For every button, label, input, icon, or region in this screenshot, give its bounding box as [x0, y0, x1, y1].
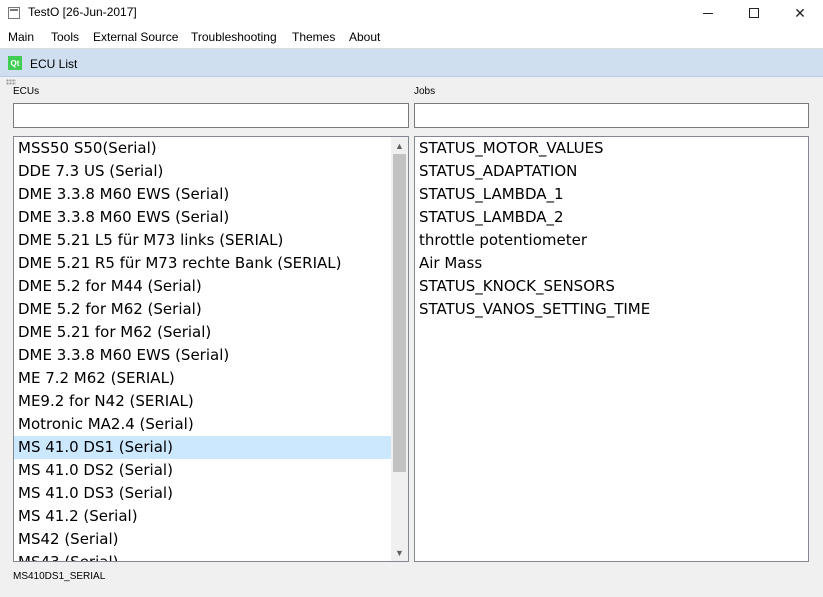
job-list-item[interactable]: STATUS_KNOCK_SENSORS [415, 275, 808, 298]
status-text: MS410DS1_SERIAL [13, 571, 106, 582]
ecu-list-item[interactable]: DME 5.21 for M62 (Serial) [14, 321, 408, 344]
menu-main[interactable]: Main [8, 30, 34, 44]
ecu-list-item[interactable]: MS43 (Serial) [14, 551, 408, 561]
close-icon: ✕ [794, 4, 806, 21]
ecu-list-item[interactable]: MS 41.0 DS2 (Serial) [14, 459, 408, 482]
jobs-label: Jobs [414, 86, 436, 97]
title-bar: TestO [26-Jun-2017] ✕ [0, 0, 823, 26]
drag-grip-icon[interactable] [6, 79, 16, 85]
ecu-list-dock: Qt ECU List ECUs Jobs MSS50 S50(Serial) D… [0, 48, 823, 597]
minimize-icon [703, 12, 713, 14]
close-button[interactable]: ✕ [777, 0, 823, 26]
ecu-filter-input[interactable] [13, 103, 409, 128]
ecu-list-item[interactable]: DME 3.3.8 M60 EWS (Serial) [14, 206, 408, 229]
maximize-button[interactable] [731, 0, 777, 26]
ecu-list-item[interactable]: DME 3.3.8 M60 EWS (Serial) [14, 183, 408, 206]
menu-tools[interactable]: Tools [51, 30, 79, 44]
maximize-icon [749, 8, 759, 18]
menu-about[interactable]: About [349, 30, 380, 44]
dock-title: ECU List [30, 57, 78, 71]
ecu-list-item[interactable]: MS 41.0 DS3 (Serial) [14, 482, 408, 505]
scroll-up-icon[interactable]: ▲ [391, 137, 408, 154]
ecu-list-item[interactable]: DME 3.3.8 M60 EWS (Serial) [14, 344, 408, 367]
ecu-rows: MSS50 S50(Serial) DDE 7.3 US (Serial) DME … [14, 137, 408, 561]
job-list[interactable]: STATUS_MOTOR_VALUES STATUS_ADAPTATION STAT… [414, 136, 809, 562]
ecu-list-item[interactable]: MSS50 S50(Serial) [14, 137, 408, 160]
ecu-list-scrollbar[interactable]: ▲ ▼ [391, 137, 408, 561]
qt-logo-icon: Qt [8, 56, 22, 70]
menu-bar: Main Tools External Source Troubleshooti… [0, 26, 823, 48]
job-list-item[interactable]: throttle potentiometer [415, 229, 808, 252]
menu-troubleshooting[interactable]: Troubleshooting [191, 30, 277, 44]
ecu-list-item[interactable]: DME 5.2 for M44 (Serial) [14, 275, 408, 298]
job-list-item[interactable]: STATUS_LAMBDA_1 [415, 183, 808, 206]
job-list-item[interactable]: Air Mass [415, 252, 808, 275]
scroll-down-icon[interactable]: ▼ [391, 544, 408, 561]
dock-title-bar[interactable]: Qt ECU List [0, 49, 823, 77]
app-icon [8, 7, 20, 19]
ecu-list-item[interactable]: ME9.2 for N42 (SERIAL) [14, 390, 408, 413]
ecu-list-item[interactable]: DDE 7.3 US (Serial) [14, 160, 408, 183]
ecu-list-item[interactable]: Motronic MA2.4 (Serial) [14, 413, 408, 436]
menu-external-source[interactable]: External Source [93, 30, 178, 44]
ecus-label: ECUs [13, 86, 40, 97]
menu-themes[interactable]: Themes [292, 30, 335, 44]
ecu-list-item[interactable]: MS42 (Serial) [14, 528, 408, 551]
status-bar: MS410DS1_SERIAL [0, 565, 823, 597]
minimize-button[interactable] [685, 0, 731, 26]
ecu-list-item[interactable]: DME 5.2 for M62 (Serial) [14, 298, 408, 321]
job-list-item[interactable]: STATUS_VANOS_SETTING_TIME [415, 298, 808, 321]
ecu-list-item[interactable]: MS 41.0 DS1 (Serial) [14, 436, 408, 459]
job-list-item[interactable]: STATUS_ADAPTATION [415, 160, 808, 183]
job-list-item[interactable]: STATUS_LAMBDA_2 [415, 206, 808, 229]
ecu-list-item[interactable]: ME 7.2 M62 (SERIAL) [14, 367, 408, 390]
scrollbar-thumb[interactable] [393, 154, 406, 472]
job-rows: STATUS_MOTOR_VALUES STATUS_ADAPTATION STAT… [415, 137, 808, 321]
ecu-list-item[interactable]: MS 41.2 (Serial) [14, 505, 408, 528]
job-list-item[interactable]: STATUS_MOTOR_VALUES [415, 137, 808, 160]
job-filter-input[interactable] [414, 103, 809, 128]
ecu-list[interactable]: MSS50 S50(Serial) DDE 7.3 US (Serial) DME … [13, 136, 409, 562]
ecu-list-item[interactable]: DME 5.21 R5 für M73 rechte Bank (SERIAL) [14, 252, 408, 275]
window-title: TestO [26-Jun-2017] [28, 5, 137, 19]
ecu-list-item[interactable]: DME 5.21 L5 für M73 links (SERIAL) [14, 229, 408, 252]
